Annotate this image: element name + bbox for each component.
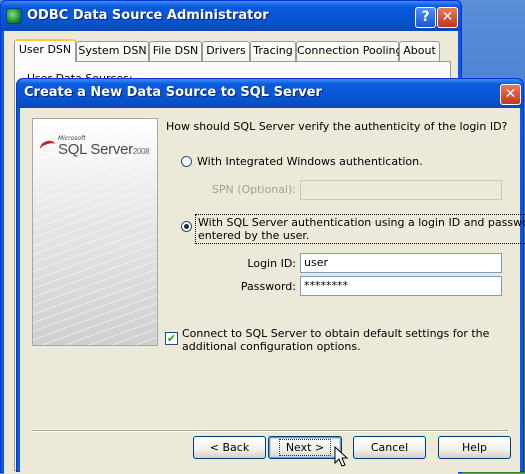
tab-user-dsn[interactable]: User DSN — [14, 39, 76, 62]
sql-server-logo: Microsoft SQL Server2008 — [36, 131, 156, 171]
odbc-app-icon — [6, 8, 22, 24]
windows-auth-radio[interactable] — [181, 156, 192, 167]
odbc-window-title: ODBC Data Source Administrator — [27, 8, 269, 23]
connect-checkbox-label[interactable]: Connect to SQL Server to obtain default … — [182, 327, 489, 353]
dialog-title-bar[interactable]: Create a New Data Source to SQL Server ✕ — [17, 79, 523, 108]
password-input[interactable]: ******** — [300, 276, 502, 296]
connect-label-line1: Connect to SQL Server to obtain default … — [182, 327, 490, 340]
product-year: 2008 — [132, 147, 150, 156]
auth-question: How should SQL Server verify the authent… — [166, 120, 508, 133]
connect-checkbox[interactable]: ✔ — [165, 332, 178, 345]
button-separator — [32, 430, 508, 432]
sql-server-swoosh-icon — [38, 138, 58, 156]
login-id-label: Login ID: — [247, 257, 296, 270]
back-button[interactable]: < Back — [193, 436, 266, 459]
help-title-button[interactable]: ? — [415, 7, 436, 28]
tab-tracing[interactable]: Tracing — [250, 41, 296, 61]
next-button-label: Next > — [278, 439, 332, 456]
product-name: SQL Server — [58, 141, 133, 158]
windows-auth-label[interactable]: With Integrated Windows authentication. — [197, 155, 423, 168]
sql-server-wordmark: SQL Server2008 — [58, 141, 150, 158]
sql-auth-label-line2: entered by the user. — [198, 229, 310, 242]
sql-auth-label-line1: With SQL Server authentication using a l… — [198, 216, 525, 229]
mouse-pointer-icon — [334, 446, 348, 467]
tab-about[interactable]: About — [399, 41, 440, 61]
sql-auth-radio[interactable] — [181, 221, 192, 232]
connect-label-line2: additional configuration options. — [182, 340, 361, 353]
tab-system-dsn[interactable]: System DSN — [76, 41, 149, 61]
spn-input[interactable] — [300, 180, 502, 200]
dialog-body: Microsoft SQL Server2008 How should SQL … — [20, 108, 525, 472]
create-data-source-dialog: Create a New Data Source to SQL Server ✕… — [16, 78, 525, 472]
password-label: Password: — [240, 280, 296, 293]
tab-file-dsn[interactable]: File DSN — [149, 41, 202, 61]
dialog-close-button[interactable]: ✕ — [500, 84, 521, 105]
login-id-input[interactable]: user — [300, 253, 502, 273]
next-button[interactable]: Next > — [268, 436, 342, 459]
odbc-title-bar[interactable]: ODBC Data Source Administrator ? ✕ — [1, 1, 461, 31]
sql-server-brand-panel: Microsoft SQL Server2008 — [32, 118, 158, 346]
cancel-button[interactable]: Cancel — [353, 436, 426, 459]
sql-auth-label[interactable]: With SQL Server authentication using a l… — [195, 214, 525, 244]
tab-connection-pooling[interactable]: Connection Pooling — [296, 41, 403, 61]
help-button[interactable]: Help — [438, 436, 511, 459]
spn-label: SPN (Optional): — [211, 183, 296, 196]
dialog-title: Create a New Data Source to SQL Server — [24, 85, 322, 100]
tab-drivers[interactable]: Drivers — [202, 41, 250, 61]
odbc-close-button[interactable]: ✕ — [437, 7, 458, 28]
